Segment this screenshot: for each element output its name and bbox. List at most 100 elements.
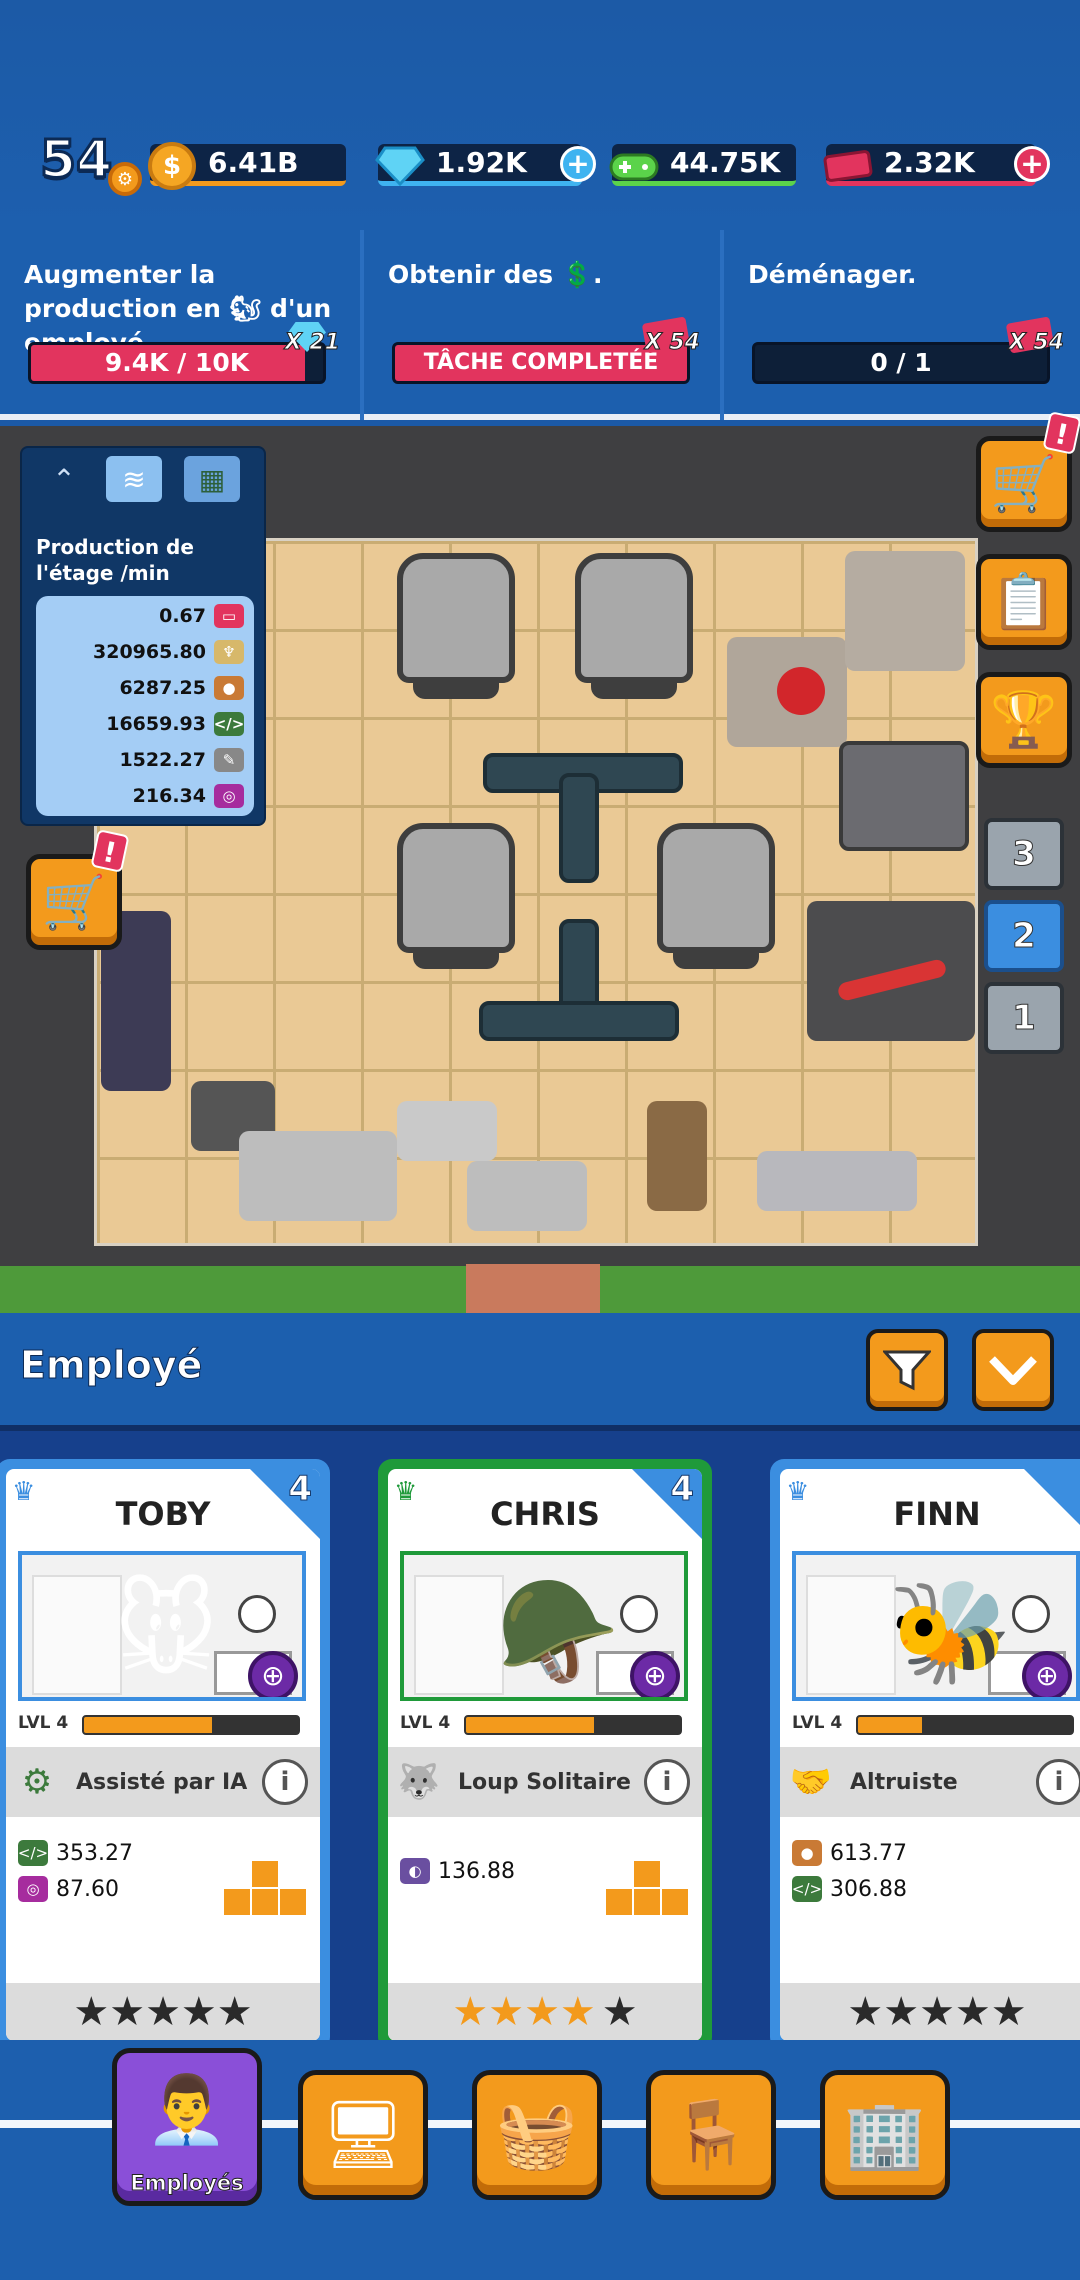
- controllers-value: 44.75K: [670, 146, 781, 179]
- trait-label: Loup Solitaire: [458, 1769, 631, 1795]
- collapse-chevron-icon[interactable]: ⌃: [36, 456, 92, 502]
- controllers-counter[interactable]: 44.75K: [609, 144, 796, 186]
- stats-list: ◐ 136.88: [400, 1853, 600, 1889]
- employee-level: LVL 4: [18, 1713, 69, 1733]
- bookshelf: [647, 1101, 707, 1211]
- employee-card-chris[interactable]: ♛ 4 CHRIS 🪖 ⊕ LVL 4 🐺 Loup Solitaire i ◐: [378, 1459, 712, 2051]
- arcade-machine[interactable]: [839, 741, 969, 851]
- info-button[interactable]: i: [644, 1759, 690, 1805]
- bottom-navigation: 👨‍💼 Employés 🖥 🧺 🪑 🏢: [0, 2040, 1080, 2280]
- office-chair[interactable]: [397, 553, 515, 699]
- info-button[interactable]: i: [1036, 1759, 1080, 1805]
- nav-label: Employés: [130, 2171, 244, 2196]
- building-icon: 🏢: [843, 2096, 927, 2173]
- star-rating: ★★★★★: [6, 1983, 320, 2041]
- quest-1[interactable]: Augmenter la production en 🐿 d'un employ…: [0, 230, 356, 420]
- production-value: 6287.25: [119, 677, 206, 699]
- player-level[interactable]: 54: [38, 129, 113, 192]
- star-icon: ★★★★: [452, 1989, 596, 2035]
- production-row: 6287.25 ●: [46, 670, 244, 706]
- info-button[interactable]: i: [262, 1759, 308, 1805]
- nav-furniture-button[interactable]: 🪑: [646, 2070, 776, 2200]
- settings-gear-icon[interactable]: ⚙: [108, 162, 142, 196]
- employee-avatar: 🐭: [114, 1573, 219, 1690]
- office-chair[interactable]: [657, 823, 775, 969]
- quest-progress-bar: 9.4K / 10K: [28, 342, 326, 384]
- target-icon[interactable]: ⊕: [630, 1651, 680, 1697]
- desk-icon: 🖥: [321, 2096, 405, 2173]
- stats-list: </> 353.27 ◎ 87.60: [18, 1835, 218, 1907]
- workstation[interactable]: [757, 1151, 917, 1211]
- trait-row: ⚙ Assisté par IA i: [6, 1747, 320, 1817]
- employee-cards-carousel[interactable]: ♛ 4 TOBY 🐭 ⊕ LVL 4 ⚙ Assisté par IA i </…: [0, 1425, 1080, 2115]
- trophy-button[interactable]: 🏆: [976, 672, 1072, 768]
- office-chair[interactable]: [397, 823, 515, 969]
- office-floor-view[interactable]: ⌃ ≋ ▦ Production de l'étage /min 0.67 ▭ …: [0, 411, 1080, 1313]
- production-row: 320965.80 ♆: [46, 634, 244, 670]
- gems-counter[interactable]: 1.92K +: [375, 144, 596, 186]
- employee-name: CHRIS: [490, 1495, 600, 1533]
- clipboard-tasks-button[interactable]: 📋: [976, 554, 1072, 650]
- quest-3[interactable]: Déménager. 0 / 1 X 54: [720, 230, 1080, 420]
- add-gems-button[interactable]: +: [560, 146, 596, 182]
- stat-row: ● 613.77: [792, 1835, 992, 1871]
- workstation[interactable]: [845, 551, 965, 671]
- code-icon: </>: [214, 712, 244, 736]
- wolf-icon: 🐺: [397, 1762, 441, 1802]
- nav-employees-button[interactable]: 👨‍💼 Employés: [112, 2048, 262, 2206]
- tickets-counter[interactable]: 2.32K +: [823, 144, 1050, 186]
- floor-production-panel: ⌃ ≋ ▦ Production de l'étage /min 0.67 ▭ …: [20, 446, 266, 826]
- ticket-icon: ▭: [214, 604, 244, 628]
- nav-building-button[interactable]: 🏢: [820, 2070, 950, 2200]
- collapse-chevron-button[interactable]: [972, 1329, 1054, 1411]
- quest-2[interactable]: Obtenir des 💲. TÂCHE COMPLETÉE X 54: [360, 230, 716, 420]
- xp-bar: [856, 1715, 1074, 1735]
- gems-value: 1.92K: [436, 146, 527, 179]
- office-window: [806, 1575, 896, 1695]
- workstation[interactable]: [397, 1101, 497, 1161]
- desk-cluster[interactable]: [559, 773, 599, 883]
- headphones-icon: ◎: [18, 1876, 48, 1902]
- floor-1-button[interactable]: 1: [984, 982, 1064, 1054]
- trait-row: 🐺 Loup Solitaire i: [388, 1747, 702, 1817]
- stat-row: </> 306.88: [792, 1871, 992, 1907]
- employee-card-finn[interactable]: ♛ FINN 🐝 ⊕ LVL 4 🤝 Altruiste i ● 613.77: [770, 1459, 1080, 2051]
- trait-label: Altruiste: [850, 1769, 958, 1795]
- desk-cluster[interactable]: [479, 1001, 679, 1041]
- filter-funnel-button[interactable]: [866, 1329, 948, 1411]
- employee-portrait: 🪖 ⊕: [400, 1551, 688, 1701]
- quest-reward: X 54: [644, 330, 700, 356]
- tickets-value: 2.32K: [884, 146, 975, 179]
- add-tickets-button[interactable]: +: [1014, 146, 1050, 182]
- workstation[interactable]: [239, 1131, 397, 1221]
- floor-3-button[interactable]: 3: [984, 818, 1064, 890]
- nav-supplies-button[interactable]: 🧺: [472, 2070, 602, 2200]
- top-hud: 54 ⚙ $ 6.41B 1.92K + 44.75K 2.32K +: [0, 0, 1080, 230]
- employee-portrait: 🐭 ⊕: [18, 1551, 306, 1701]
- stat-row: ◐ 136.88: [400, 1853, 600, 1889]
- coins-counter[interactable]: $ 6.41B: [148, 142, 346, 190]
- office-window: [414, 1575, 504, 1695]
- target-icon[interactable]: ⊕: [248, 1651, 298, 1697]
- employee-name: FINN: [893, 1495, 981, 1533]
- layers-icon[interactable]: ≋: [106, 456, 162, 502]
- floorplan-icon[interactable]: ▦: [184, 456, 240, 502]
- coins-value: 6.41B: [208, 146, 299, 179]
- clock-icon: [620, 1595, 658, 1633]
- star-icon: ★★★★★: [73, 1989, 253, 2035]
- target-icon[interactable]: ⊕: [1022, 1651, 1072, 1697]
- employee-section-header: Employé: [0, 1313, 1080, 1425]
- office-chair[interactable]: [575, 553, 693, 699]
- workstation[interactable]: [467, 1161, 587, 1231]
- stats-list: ● 613.77 </> 306.88: [792, 1835, 992, 1907]
- squirrel-icon: ●: [792, 1840, 822, 1866]
- entrance-door[interactable]: [466, 1264, 600, 1313]
- supplies-basket-icon: 🧺: [495, 2096, 579, 2173]
- employee-card-toby[interactable]: ♛ 4 TOBY 🐭 ⊕ LVL 4 ⚙ Assisté par IA i </…: [0, 1459, 330, 2051]
- guitar-pick-icon: ◐: [400, 1858, 430, 1884]
- gamepad-icon: [608, 140, 660, 192]
- nav-desks-button[interactable]: 🖥: [298, 2070, 428, 2200]
- stat-value: 613.77: [830, 1840, 907, 1866]
- floor-2-button[interactable]: 2: [984, 900, 1064, 972]
- star-rating: ★★★★★: [388, 1983, 702, 2041]
